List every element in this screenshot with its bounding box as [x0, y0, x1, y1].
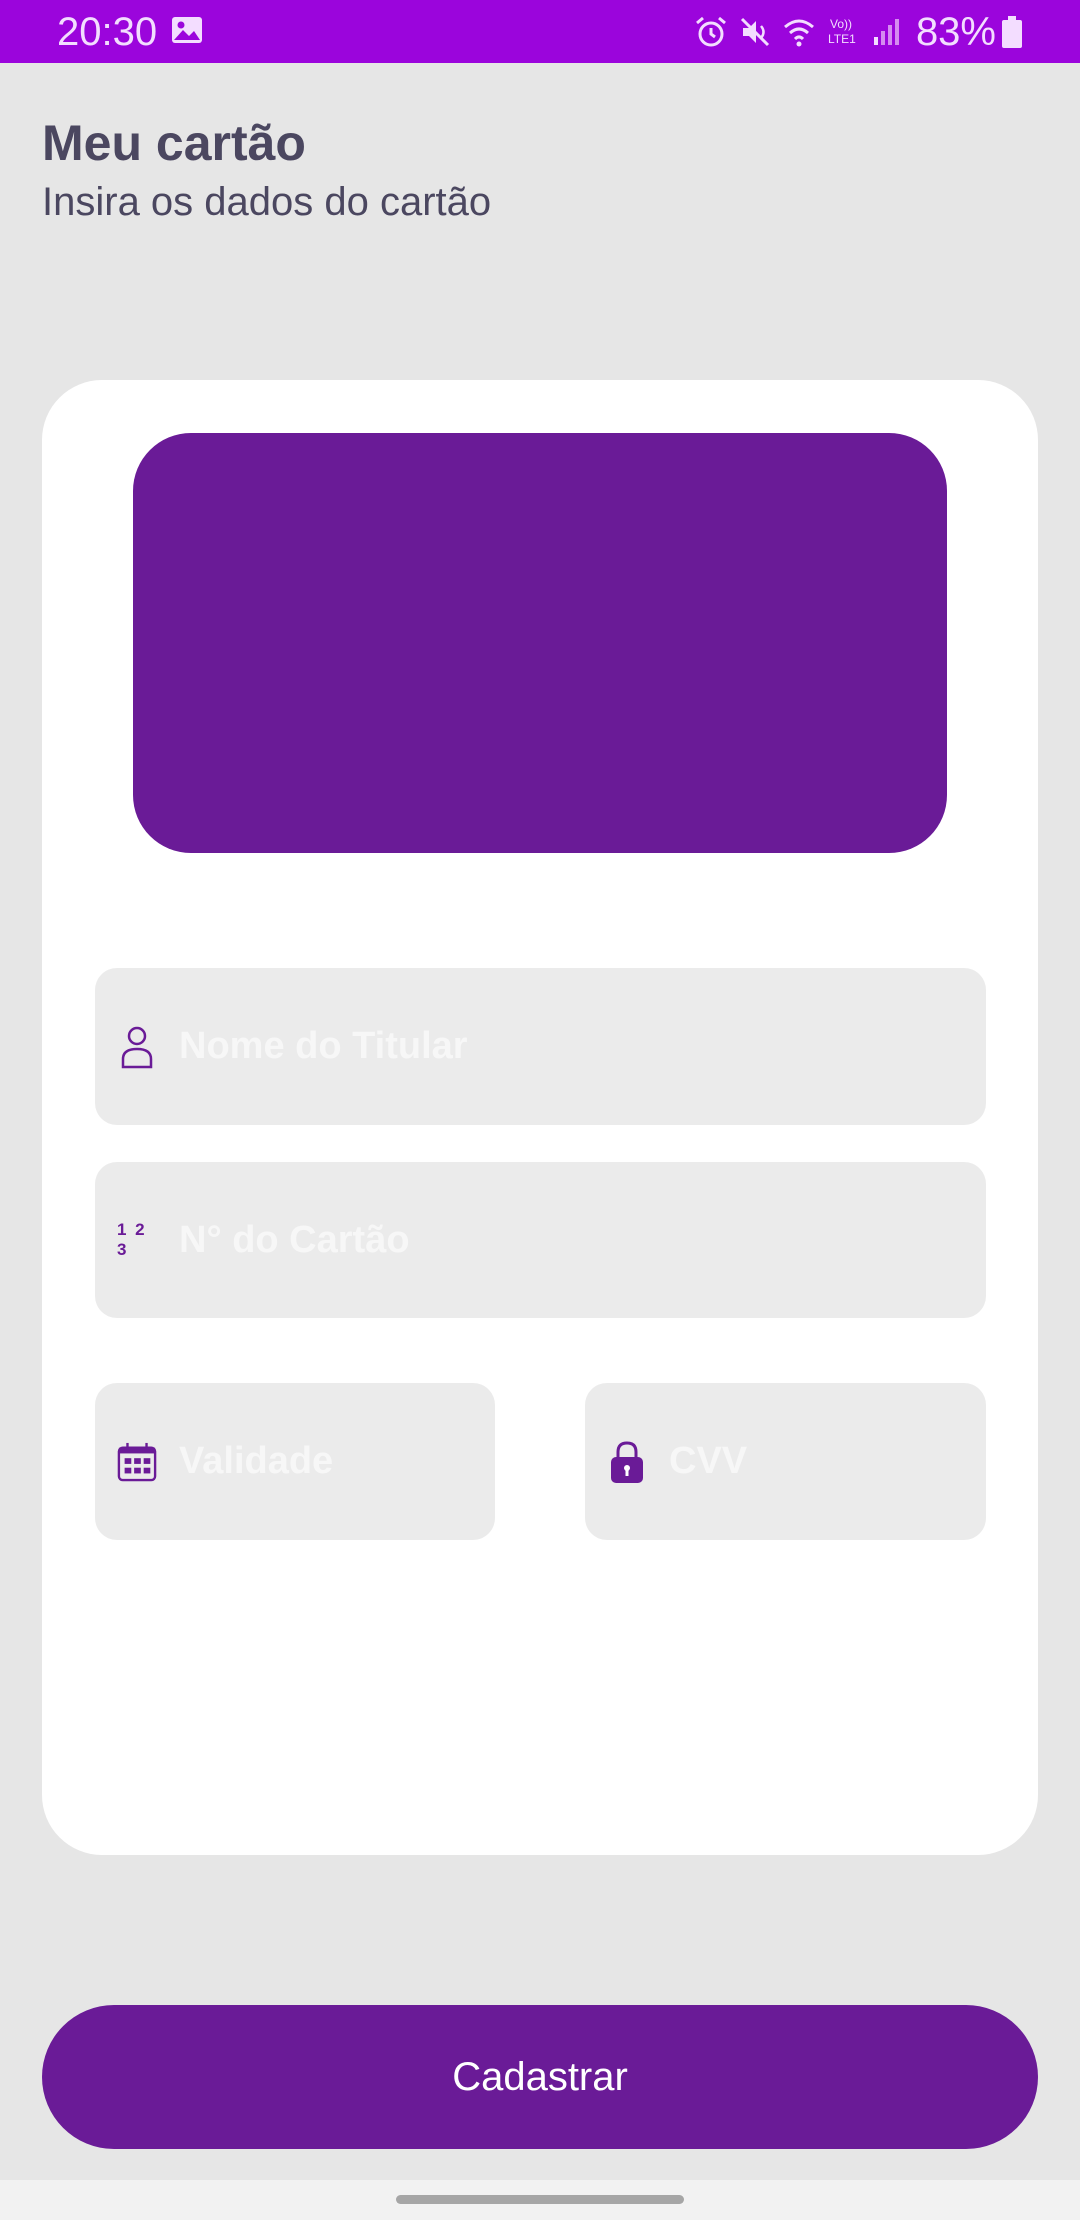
numbers-icon: 1 2 3 — [117, 1218, 157, 1262]
validity-field[interactable] — [95, 1383, 495, 1540]
home-indicator[interactable] — [396, 2195, 684, 2204]
card-number-input[interactable] — [179, 1162, 966, 1318]
cvv-field[interactable] — [585, 1383, 986, 1540]
cvv-input[interactable] — [669, 1383, 966, 1540]
status-bar: 20:30 Vo)) LTE1 83% — [0, 0, 1080, 63]
calendar-icon — [117, 1440, 157, 1484]
validity-input[interactable] — [179, 1383, 475, 1540]
alarm-icon — [694, 15, 728, 49]
page-subtitle: Insira os dados do cartão — [42, 180, 492, 224]
svg-text:Vo)): Vo)) — [830, 17, 852, 31]
gallery-icon — [171, 16, 203, 44]
battery-icon — [1002, 16, 1022, 48]
signal-icon — [870, 15, 904, 49]
holder-name-input[interactable] — [179, 968, 966, 1125]
status-icons: Vo)) LTE1 83% — [684, 10, 1022, 54]
person-icon — [117, 1025, 157, 1069]
status-time: 20:30 — [57, 10, 158, 54]
page-title: Meu cartão — [42, 115, 306, 171]
svg-text:LTE1: LTE1 — [828, 32, 856, 46]
register-button[interactable]: Cadastrar — [42, 2005, 1038, 2149]
card-number-field[interactable]: 1 2 3 — [95, 1162, 986, 1318]
battery-percent: 83% — [915, 9, 996, 54]
lock-icon — [607, 1440, 647, 1484]
mute-icon — [738, 15, 772, 49]
volte-icon: Vo)) LTE1 — [826, 15, 860, 49]
card-preview — [133, 433, 947, 853]
wifi-icon — [782, 15, 816, 49]
numbers-icon-label: 1 2 3 — [117, 1220, 147, 1259]
holder-name-field[interactable] — [95, 968, 986, 1125]
